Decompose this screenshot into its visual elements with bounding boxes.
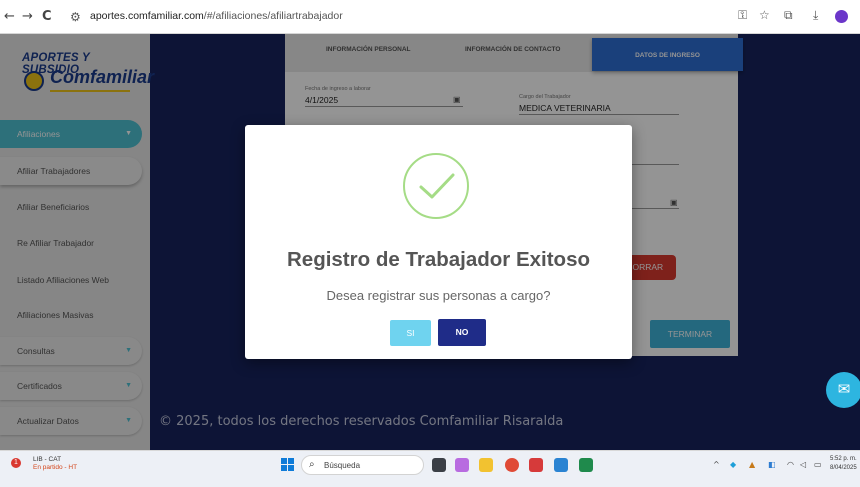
wifi-icon[interactable]: ◠ bbox=[787, 460, 794, 469]
sports-widget-title[interactable]: LIB - CAT bbox=[33, 456, 61, 463]
chat-icon[interactable]: ✉ bbox=[826, 372, 860, 408]
url-path: /#/afiliaciones/afiliartrabajador bbox=[203, 10, 343, 22]
site-settings-icon[interactable]: ⚙ bbox=[70, 10, 81, 24]
chevron-up-icon[interactable]: ^ bbox=[713, 460, 720, 469]
copilot-icon[interactable] bbox=[455, 458, 469, 472]
mail-icon[interactable] bbox=[554, 458, 568, 472]
sports-alert-icon[interactable]: 1 bbox=[11, 458, 21, 468]
windows-taskbar: 1 LIB - CAT En partido - HT ⌕ Búsqueda ^… bbox=[0, 450, 860, 487]
dialog-title: Registro de Trabajador Exitoso bbox=[286, 248, 590, 271]
system-clock[interactable]: 5:52 p. m. 8/04/2025 bbox=[830, 455, 857, 473]
extensions-icon[interactable]: ⧉ bbox=[784, 8, 793, 23]
download-icon[interactable]: ⤓ bbox=[813, 8, 818, 23]
browser-toolbar: ← → C ⚙ aportes.comfamiliar.com/#/afilia… bbox=[0, 0, 860, 34]
reload-icon[interactable]: C bbox=[42, 9, 52, 24]
success-check-icon bbox=[403, 153, 469, 219]
sports-widget-status: En partido - HT bbox=[33, 464, 78, 471]
profile-avatar[interactable] bbox=[835, 10, 848, 23]
taskbar-search[interactable]: ⌕ Búsqueda bbox=[301, 455, 424, 475]
back-icon[interactable]: ← bbox=[4, 9, 15, 24]
bookmark-star-icon[interactable]: ☆ bbox=[759, 8, 770, 22]
no-button[interactable]: NO bbox=[438, 319, 486, 346]
dialog-subtitle: Desea registrar sus personas a cargo? bbox=[326, 288, 551, 303]
chrome-icon[interactable] bbox=[505, 458, 519, 472]
windows-start-icon[interactable] bbox=[281, 458, 295, 472]
address-bar[interactable]: aportes.comfamiliar.com/#/afiliaciones/a… bbox=[90, 10, 343, 22]
search-placeholder: Búsqueda bbox=[324, 461, 361, 470]
tray-app-icon[interactable]: ▲ bbox=[749, 460, 755, 469]
tray-app-icon[interactable]: ◆ bbox=[730, 460, 736, 469]
url-host: aportes.comfamiliar.com bbox=[90, 10, 204, 22]
clock-time: 5:52 p. m. bbox=[830, 456, 857, 462]
clock-date: 8/04/2025 bbox=[830, 465, 857, 471]
battery-icon[interactable]: ▭ bbox=[814, 460, 822, 469]
volume-icon[interactable]: ◁ bbox=[800, 460, 806, 469]
task-view-icon[interactable] bbox=[432, 458, 446, 472]
file-explorer-icon[interactable] bbox=[479, 458, 493, 472]
success-dialog: Registro de Trabajador Exitoso Desea reg… bbox=[245, 125, 632, 359]
tray-app-icon[interactable]: ◧ bbox=[768, 460, 776, 469]
app-icon[interactable] bbox=[529, 458, 543, 472]
excel-icon[interactable] bbox=[579, 458, 593, 472]
forward-icon[interactable]: → bbox=[22, 9, 33, 24]
yes-button[interactable]: SI bbox=[390, 320, 431, 346]
search-icon: ⌕ bbox=[309, 459, 315, 470]
password-key-icon[interactable]: ⚿ bbox=[738, 8, 747, 23]
